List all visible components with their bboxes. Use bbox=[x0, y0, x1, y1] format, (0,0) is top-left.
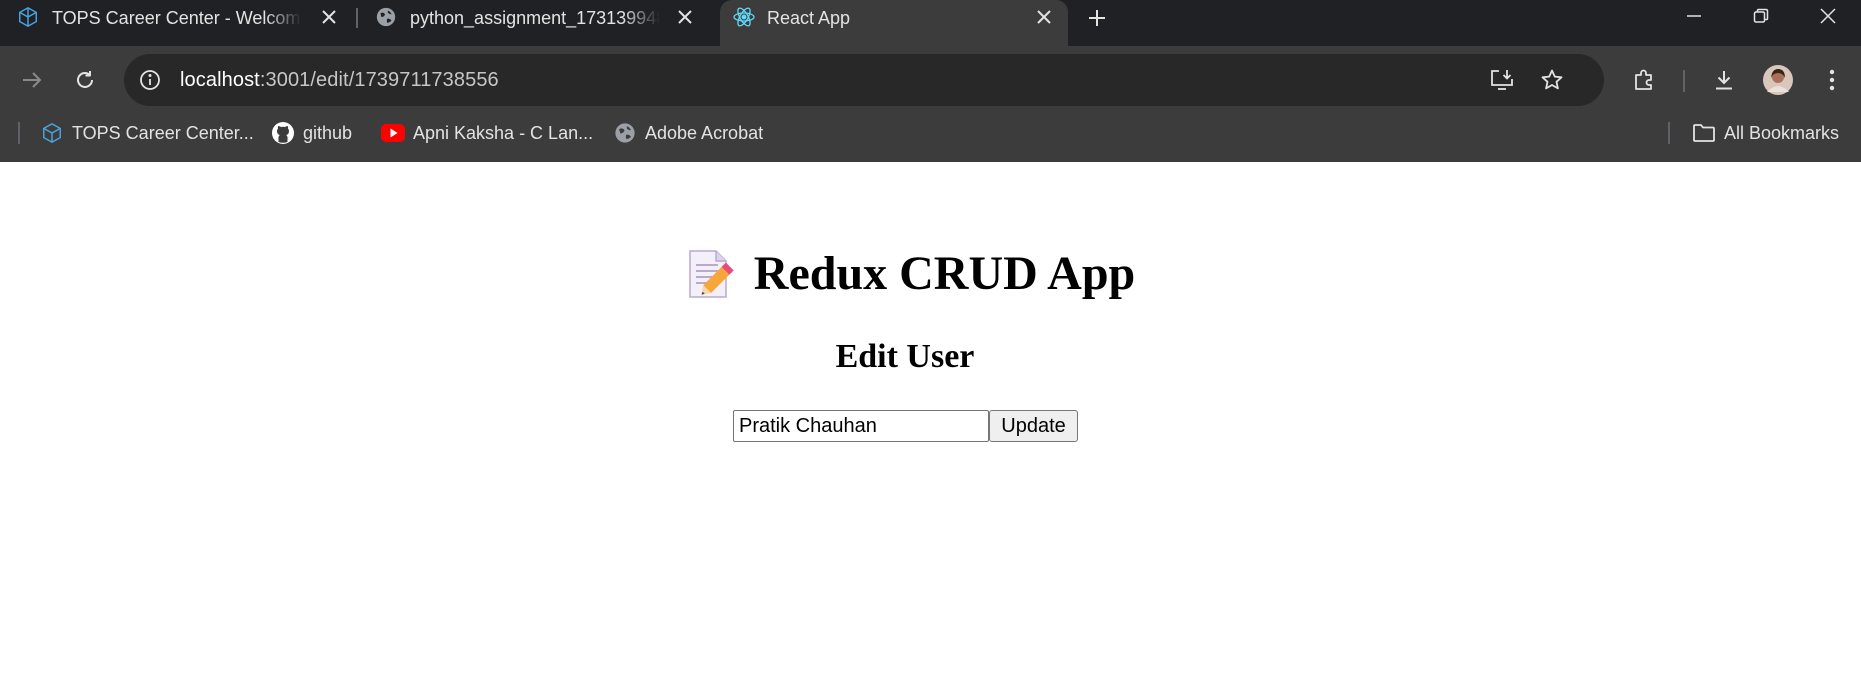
bookmark-adobe-acrobat[interactable]: Adobe Acrobat bbox=[613, 118, 763, 148]
close-tab-icon[interactable] bbox=[316, 4, 342, 30]
bookmarks-divider bbox=[1668, 122, 1670, 144]
globe-icon bbox=[613, 121, 637, 145]
app-title-text: Redux CRUD App bbox=[753, 247, 1136, 300]
page-subtitle: Edit User bbox=[835, 338, 975, 375]
globe-icon bbox=[374, 5, 398, 29]
page-content: Redux CRUD App Edit User Update bbox=[0, 168, 1861, 700]
folder-icon bbox=[1692, 121, 1716, 145]
downloads-icon[interactable] bbox=[1706, 62, 1742, 98]
tops-cube-icon bbox=[16, 5, 40, 29]
avatar[interactable] bbox=[1760, 62, 1796, 98]
tab-tops-career-center[interactable]: TOPS Career Center - Welcome bbox=[0, 0, 355, 46]
close-tab-icon[interactable] bbox=[672, 4, 698, 30]
bookmark-label: Adobe Acrobat bbox=[645, 122, 764, 143]
youtube-icon bbox=[381, 121, 405, 145]
tab-divider bbox=[356, 8, 358, 28]
tab-title: python_assignment_1731399486 bbox=[410, 8, 660, 28]
name-input[interactable] bbox=[733, 410, 989, 442]
bookmarks-divider bbox=[18, 122, 20, 144]
url-path: :3001/edit/1739711738556 bbox=[259, 69, 499, 91]
tab-strip: TOPS Career Center - Welcome python_assi… bbox=[0, 0, 1861, 46]
close-window-icon[interactable] bbox=[1795, 0, 1861, 32]
toolbar-divider bbox=[1683, 70, 1685, 92]
forward-button[interactable] bbox=[14, 62, 50, 98]
tab-title: TOPS Career Center - Welcome bbox=[52, 8, 302, 28]
minimize-icon[interactable] bbox=[1661, 0, 1727, 32]
github-icon bbox=[271, 121, 295, 145]
site-info-icon[interactable] bbox=[138, 68, 162, 92]
bookmark-label: Apni Kaksha - C Lan... bbox=[413, 122, 594, 143]
reload-button[interactable] bbox=[67, 62, 103, 98]
update-button[interactable]: Update bbox=[989, 410, 1078, 442]
all-bookmarks-button[interactable]: All Bookmarks bbox=[1692, 118, 1839, 148]
app-title: Redux CRUD App bbox=[0, 246, 1821, 301]
extensions-icon[interactable] bbox=[1626, 62, 1662, 98]
tab-python-assignment[interactable]: python_assignment_1731399486 bbox=[360, 0, 715, 46]
react-icon bbox=[732, 5, 756, 29]
memo-icon bbox=[686, 249, 734, 299]
bookmark-apni-kaksha[interactable]: Apni Kaksha - C Lan... bbox=[381, 118, 593, 148]
address-bar[interactable]: localhost:3001/edit/1739711738556 bbox=[124, 54, 1604, 106]
bookmark-tops-career-center[interactable]: TOPS Career Center... bbox=[40, 118, 254, 148]
bookmark-label: TOPS Career Center... bbox=[72, 122, 254, 143]
bookmark-label: github bbox=[303, 122, 353, 143]
tab-react-app[interactable]: React App bbox=[720, 0, 1068, 46]
tab-title: React App bbox=[767, 8, 851, 28]
browser-toolbar: localhost:3001/edit/1739711738556 TOPS C… bbox=[0, 46, 1861, 162]
tops-cube-icon bbox=[40, 121, 64, 145]
restore-icon[interactable] bbox=[1728, 0, 1794, 32]
close-tab-icon[interactable] bbox=[1031, 4, 1057, 30]
install-app-icon[interactable] bbox=[1484, 62, 1520, 98]
all-bookmarks-label: All Bookmarks bbox=[1724, 122, 1840, 143]
browser-menu-icon[interactable] bbox=[1814, 62, 1850, 98]
url-host: localhost bbox=[180, 69, 260, 91]
url-text[interactable]: localhost:3001/edit/1739711738556 bbox=[180, 67, 499, 93]
edit-user-form: Update bbox=[733, 410, 1078, 442]
new-tab-button[interactable] bbox=[1082, 3, 1112, 33]
bookmark-github[interactable]: github bbox=[271, 118, 352, 148]
bookmark-star-icon[interactable] bbox=[1534, 62, 1570, 98]
